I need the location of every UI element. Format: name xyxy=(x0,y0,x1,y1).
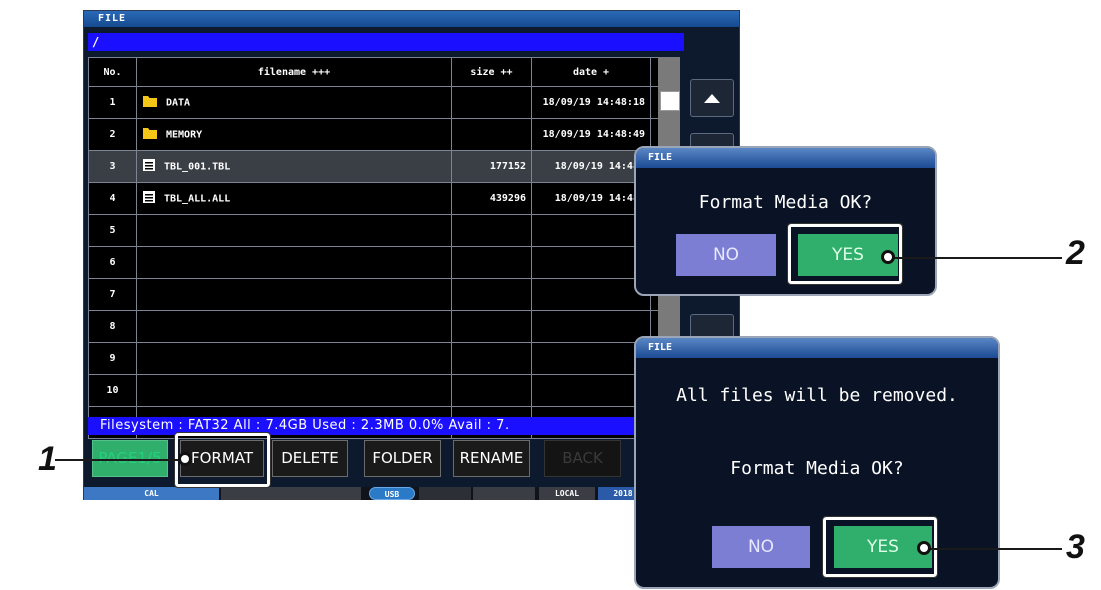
row-no: 4 xyxy=(88,182,137,215)
folder-icon xyxy=(142,126,158,143)
row-no: 6 xyxy=(88,246,137,279)
row-date: 18/09/19 14:48:49 xyxy=(531,118,651,151)
row-date: 18/09/19 14:48: xyxy=(531,150,651,183)
table-row[interactable]: 7 xyxy=(88,278,676,311)
row-date xyxy=(531,278,651,311)
status-empty-2 xyxy=(419,487,471,500)
dialog-title: FILE xyxy=(636,338,998,358)
table-row[interactable]: 4 TBL_ALL.ALL 439296 18/09/19 14:48: xyxy=(88,182,676,215)
table-row[interactable]: 6 xyxy=(88,246,676,279)
dialog-title: FILE xyxy=(636,148,935,168)
status-empty-1 xyxy=(221,487,361,500)
table-header: No. filename +++ size ++ date + xyxy=(88,57,676,87)
callout-dot-1 xyxy=(178,452,192,466)
confirm-remove-dialog: FILE All files will be removed. Format M… xyxy=(634,336,1000,589)
triangle-up-icon xyxy=(704,94,720,103)
delete-button[interactable]: DELETE xyxy=(272,440,348,477)
row-size xyxy=(451,86,532,119)
callout-line-1 xyxy=(55,459,185,461)
row-date xyxy=(531,246,651,279)
file-icon xyxy=(142,158,156,175)
window-title: FILE xyxy=(84,11,739,27)
row-filename xyxy=(136,278,452,311)
callout-number-2: 2 xyxy=(1066,234,1085,272)
rename-button[interactable]: RENAME xyxy=(453,440,530,477)
column-no[interactable]: No. xyxy=(88,57,137,87)
column-date[interactable]: date + xyxy=(531,57,651,87)
row-size: 177152 xyxy=(451,150,532,183)
row-date xyxy=(531,214,651,247)
table-row-selected[interactable]: 3 TBL_001.TBL 177152 18/09/19 14:48: xyxy=(88,150,676,183)
back-button[interactable]: BACK xyxy=(544,440,621,477)
row-no: 10 xyxy=(88,374,137,407)
path-bar: / xyxy=(88,33,684,51)
filename-text: TBL_001.TBL xyxy=(164,161,231,173)
table-row[interactable]: 10 xyxy=(88,374,676,407)
file-table: No. filename +++ size ++ date + 1 DATA 1… xyxy=(88,57,676,439)
file-icon xyxy=(142,190,156,207)
callout-dot-3 xyxy=(917,541,931,555)
column-size[interactable]: size ++ xyxy=(451,57,532,87)
row-size xyxy=(451,246,532,279)
row-size xyxy=(451,118,532,151)
filename-text: MEMORY xyxy=(166,129,203,141)
callout-line-3 xyxy=(926,548,1062,550)
row-date xyxy=(531,374,651,407)
column-filename[interactable]: filename +++ xyxy=(136,57,452,87)
status-cal: CAL xyxy=(84,487,219,500)
callout-line-2 xyxy=(890,257,1062,259)
folder-icon xyxy=(142,94,158,111)
status-empty-3 xyxy=(473,487,535,500)
row-date xyxy=(531,310,651,343)
row-filename xyxy=(136,342,452,375)
row-date: 18/09/19 14:48: xyxy=(531,182,651,215)
row-no: 7 xyxy=(88,278,137,311)
row-filename: DATA xyxy=(136,86,452,119)
dialog-warning: All files will be removed. xyxy=(676,385,958,406)
row-size xyxy=(451,310,532,343)
row-size xyxy=(451,342,532,375)
filename-text: TBL_ALL.ALL xyxy=(164,193,231,205)
scrollbar-thumb[interactable] xyxy=(660,91,680,111)
row-date: 18/09/19 14:48:18 xyxy=(531,86,651,119)
scroll-up-button[interactable] xyxy=(690,79,734,117)
row-no: 8 xyxy=(88,310,137,343)
filename-text: DATA xyxy=(166,97,191,109)
row-no: 5 xyxy=(88,214,137,247)
row-filename xyxy=(136,310,452,343)
row-size xyxy=(451,374,532,407)
row-no: 3 xyxy=(88,150,137,183)
table-row[interactable]: 1 DATA 18/09/19 14:48:18 xyxy=(88,86,676,119)
status-usb: USB xyxy=(369,487,415,500)
table-row[interactable]: 9 xyxy=(88,342,676,375)
dialog-message: Format Media OK? xyxy=(730,458,904,479)
table-row[interactable]: 2 MEMORY 18/09/19 14:48:49 xyxy=(88,118,676,151)
row-size xyxy=(451,214,532,247)
row-filename: MEMORY xyxy=(136,118,452,151)
filesystem-info: Filesystem : FAT32 All : 7.4GB Used : 2.… xyxy=(88,417,648,435)
row-filename xyxy=(136,214,452,247)
row-date xyxy=(531,342,651,375)
callout-number-3: 3 xyxy=(1066,528,1085,566)
table-row[interactable]: 5 xyxy=(88,214,676,247)
row-filename xyxy=(136,374,452,407)
no-button[interactable]: NO xyxy=(712,526,810,568)
row-no: 2 xyxy=(88,118,137,151)
row-filename xyxy=(136,246,452,279)
row-size xyxy=(451,278,532,311)
row-filename: TBL_001.TBL xyxy=(136,150,452,183)
callout-dot-2 xyxy=(881,250,895,264)
table-row[interactable]: 8 xyxy=(88,310,676,343)
status-local: LOCAL xyxy=(539,487,595,500)
row-size: 439296 xyxy=(451,182,532,215)
dialog-message: Format Media OK? xyxy=(698,192,873,213)
row-filename: TBL_ALL.ALL xyxy=(136,182,452,215)
row-no: 1 xyxy=(88,86,137,119)
no-button[interactable]: NO xyxy=(676,234,776,276)
row-no: 9 xyxy=(88,342,137,375)
folder-button[interactable]: FOLDER xyxy=(364,440,441,477)
